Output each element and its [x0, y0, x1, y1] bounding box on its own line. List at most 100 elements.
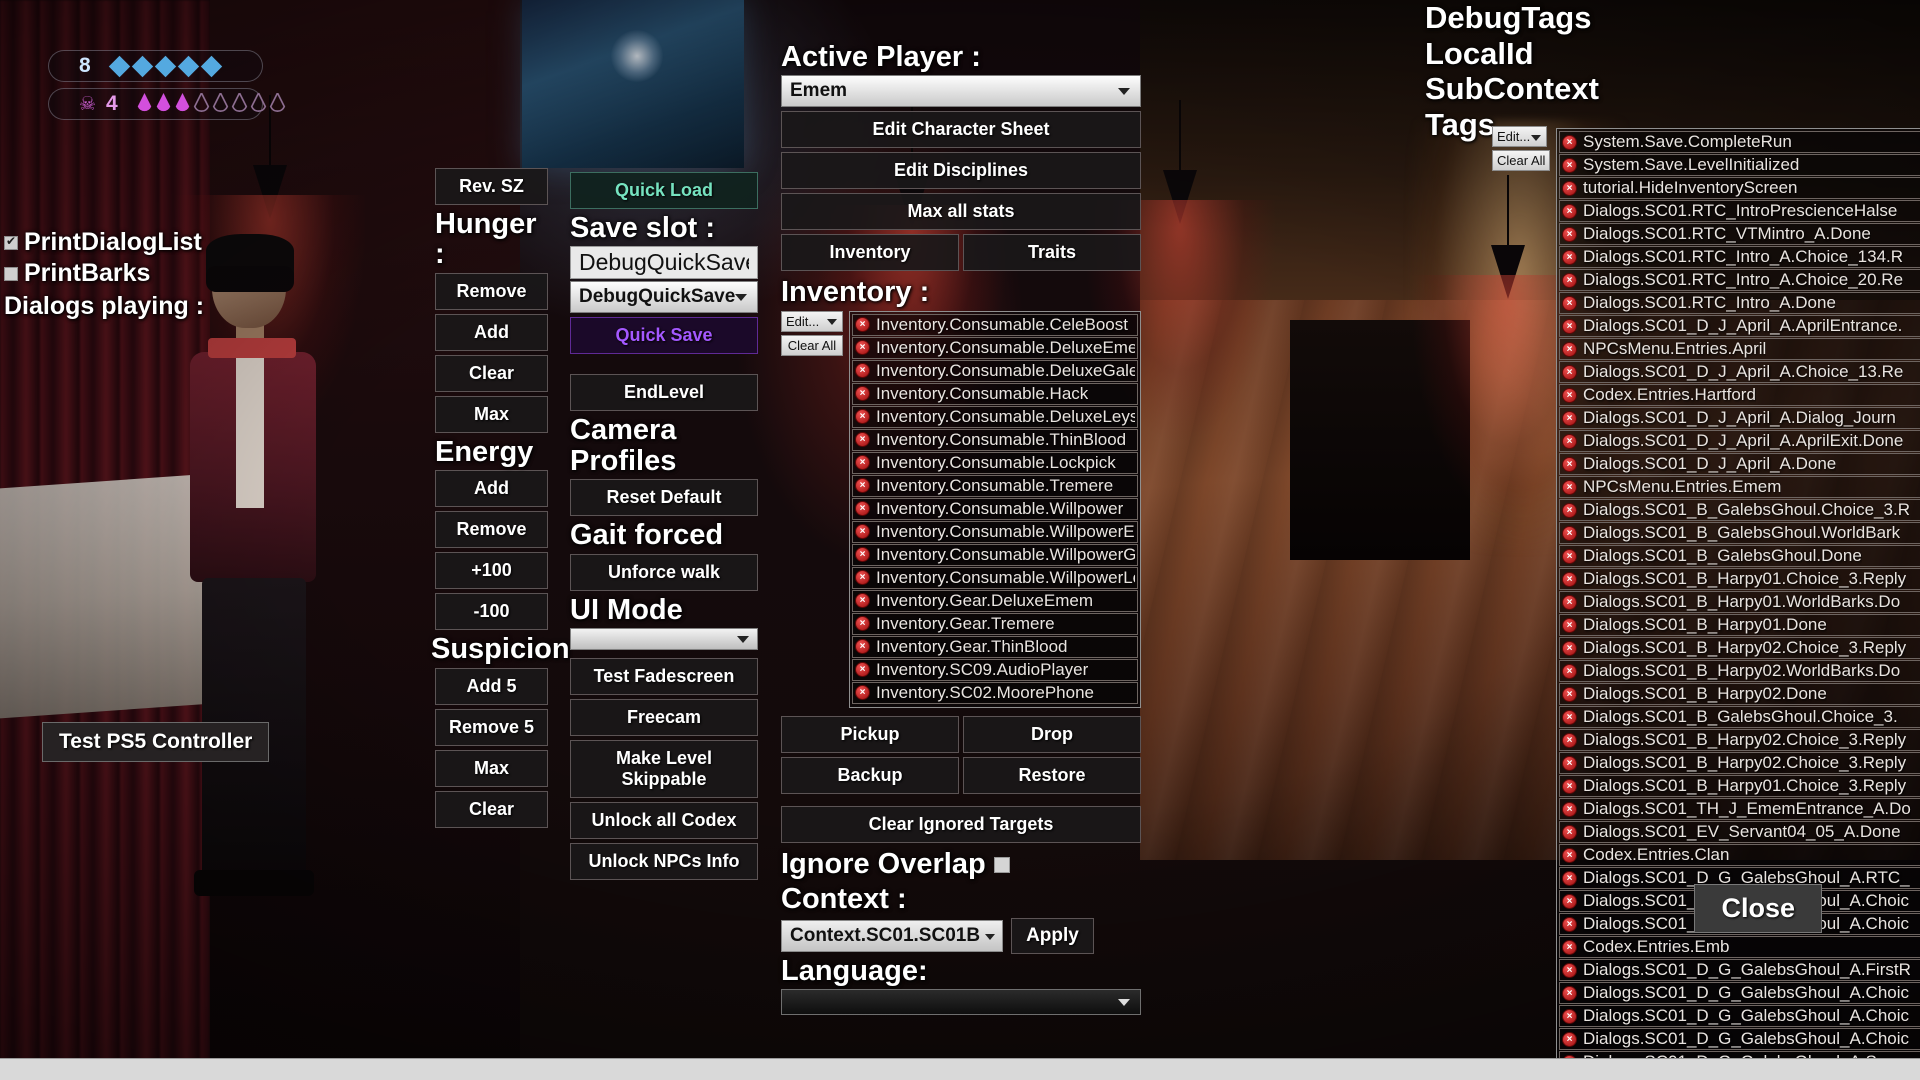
inventory-tag-list[interactable]: × Inventory.Consumable.CeleBoost × Inventor…: [849, 310, 1141, 708]
restore-button[interactable]: Restore: [963, 756, 1141, 794]
remove-tag-icon[interactable]: ×: [1562, 571, 1577, 587]
tag-row[interactable]: × Dialogs.SC01_B_GalebsGhoul.Done: [1559, 545, 1920, 567]
remove-tag-icon[interactable]: ×: [1562, 640, 1577, 656]
hunger-clear-button[interactable]: Clear: [435, 354, 548, 392]
remove-tag-icon[interactable]: ×: [1562, 1031, 1577, 1047]
remove-tag-icon[interactable]: ×: [1562, 318, 1577, 334]
suspicion-remove-5-button[interactable]: Remove 5: [435, 708, 548, 746]
remove-tag-icon[interactable]: ×: [855, 524, 870, 540]
language-dropdown[interactable]: [781, 989, 1141, 1016]
test-fadescreen-button[interactable]: Test Fadescreen: [570, 658, 758, 696]
remove-tag-icon[interactable]: ×: [1562, 387, 1577, 403]
active-player-dropdown[interactable]: Emem: [781, 75, 1141, 108]
tag-row[interactable]: × Inventory.Consumable.Hack: [852, 382, 1138, 405]
hunger-max-button[interactable]: Max: [435, 395, 548, 433]
tag-row[interactable]: × Inventory.Consumable.WillpowerEmem: [852, 520, 1138, 543]
tag-row[interactable]: × Dialogs.SC01_D_G_GalebsGhoul_A.FirstR: [1559, 959, 1920, 981]
tag-row[interactable]: × Dialogs.SC01_B_Harpy01.Done: [1559, 614, 1920, 636]
energy-add-button[interactable]: Add: [435, 470, 548, 508]
remove-tag-icon[interactable]: ×: [1562, 594, 1577, 610]
remove-tag-icon[interactable]: ×: [855, 547, 870, 563]
remove-tag-icon[interactable]: ×: [855, 662, 870, 678]
inventory-edit-dropdown[interactable]: Edit...: [781, 310, 843, 332]
remove-tag-icon[interactable]: ×: [1562, 548, 1577, 564]
rev-sz-button[interactable]: Rev. SZ: [435, 168, 548, 205]
remove-tag-icon[interactable]: ×: [855, 616, 870, 632]
remove-tag-icon[interactable]: ×: [855, 409, 870, 425]
tag-row[interactable]: × Inventory.Consumable.Willpower: [852, 497, 1138, 520]
tag-row[interactable]: × Inventory.Consumable.Tremere: [852, 474, 1138, 497]
tag-row[interactable]: × Dialogs.SC01_B_Harpy02.Done: [1559, 683, 1920, 705]
energy-minus-100-button[interactable]: -100: [435, 593, 548, 631]
remove-tag-icon[interactable]: ×: [1562, 364, 1577, 380]
unlock-all-codex-button[interactable]: Unlock all Codex: [570, 802, 758, 840]
remove-tag-icon[interactable]: ×: [1562, 1008, 1577, 1024]
apply-button[interactable]: Apply: [1011, 917, 1094, 954]
tag-row[interactable]: × Dialogs.SC01.RTC_VTMintro_A.Done: [1559, 223, 1920, 245]
tag-row[interactable]: × Dialogs.SC01.RTC_Intro_A.Done: [1559, 292, 1920, 314]
remove-tag-icon[interactable]: ×: [1562, 732, 1577, 748]
tag-row[interactable]: × Codex.Entries.Hartford: [1559, 384, 1920, 406]
tag-row[interactable]: × Inventory.Consumable.DeluxeLeysha: [852, 405, 1138, 428]
print-barks-checkbox[interactable]: [4, 266, 18, 281]
remove-tag-icon[interactable]: ×: [1562, 479, 1577, 495]
remove-tag-icon[interactable]: ×: [1562, 272, 1577, 288]
tag-row[interactable]: × Dialogs.SC01_B_Harpy01.Choice_3.Reply: [1559, 568, 1920, 590]
tag-row[interactable]: × Inventory.Gear.Tremere: [852, 612, 1138, 635]
suspicion-add-5-button[interactable]: Add 5: [435, 667, 548, 705]
remove-tag-icon[interactable]: ×: [1562, 203, 1577, 219]
context-dropdown[interactable]: Context.SC01.SC01B: [781, 919, 1004, 952]
remove-tag-icon[interactable]: ×: [855, 363, 870, 379]
unforce-walk-button[interactable]: Unforce walk: [570, 553, 758, 591]
remove-tag-icon[interactable]: ×: [1562, 916, 1577, 932]
inventory-button[interactable]: Inventory: [781, 234, 959, 272]
remove-tag-icon[interactable]: ×: [1562, 433, 1577, 449]
tag-row[interactable]: × Inventory.Consumable.WillpowerGaleb: [852, 543, 1138, 566]
max-all-stats-button[interactable]: Max all stats: [781, 193, 1141, 231]
tag-row[interactable]: × NPCsMenu.Entries.Emem: [1559, 476, 1920, 498]
quick-save-button[interactable]: Quick Save: [570, 317, 758, 355]
tag-row[interactable]: × Inventory.Consumable.WillpowerLeysha: [852, 566, 1138, 589]
tag-row[interactable]: × NPCsMenu.Entries.April: [1559, 338, 1920, 360]
remove-tag-icon[interactable]: ×: [855, 478, 870, 494]
tag-row[interactable]: × Dialogs.SC01_B_GalebsGhoul.WorldBark: [1559, 522, 1920, 544]
tag-row[interactable]: × Inventory.Consumable.ThinBlood: [852, 428, 1138, 451]
tag-row[interactable]: × Dialogs.SC01_D_J_April_A.AprilEntrance.: [1559, 315, 1920, 337]
tag-row[interactable]: × Dialogs.SC01_D_G_GalebsGhoul_A.Choic: [1559, 982, 1920, 1004]
tag-row[interactable]: × Inventory.SC02.MoorePhone: [852, 681, 1138, 704]
remove-tag-icon[interactable]: ×: [1562, 525, 1577, 541]
remove-tag-icon[interactable]: ×: [1562, 157, 1577, 173]
save-slot-dropdown[interactable]: DebugQuickSave: [570, 281, 758, 314]
backup-button[interactable]: Backup: [781, 756, 959, 794]
remove-tag-icon[interactable]: ×: [1562, 226, 1577, 242]
remove-tag-icon[interactable]: ×: [855, 593, 870, 609]
remove-tag-icon[interactable]: ×: [855, 340, 870, 356]
suspicion-max-button[interactable]: Max: [435, 749, 548, 787]
tag-row[interactable]: × Inventory.Gear.ThinBlood: [852, 635, 1138, 658]
remove-tag-icon[interactable]: ×: [1562, 755, 1577, 771]
end-level-button[interactable]: EndLevel: [570, 374, 758, 412]
energy-remove-button[interactable]: Remove: [435, 511, 548, 549]
debug-tags-list[interactable]: × System.Save.CompleteRun × System.Save.Lev…: [1556, 128, 1920, 1080]
remove-tag-icon[interactable]: ×: [855, 570, 870, 586]
remove-tag-icon[interactable]: ×: [855, 455, 870, 471]
remove-tag-icon[interactable]: ×: [1562, 824, 1577, 840]
remove-tag-icon[interactable]: ×: [1562, 249, 1577, 265]
remove-tag-icon[interactable]: ×: [855, 639, 870, 655]
tag-row[interactable]: × Inventory.Consumable.DeluxeEmem: [852, 336, 1138, 359]
tag-row[interactable]: × Dialogs.SC01_B_Harpy01.WorldBarks.Do: [1559, 591, 1920, 613]
hunger-add-button[interactable]: Add: [435, 313, 548, 351]
remove-tag-icon[interactable]: ×: [1562, 962, 1577, 978]
test-ps5-controller-button[interactable]: Test PS5 Controller: [42, 722, 270, 762]
remove-tag-icon[interactable]: ×: [855, 685, 870, 701]
pickup-button[interactable]: Pickup: [781, 715, 959, 753]
tag-row[interactable]: × Dialogs.SC01_D_J_April_A.Dialog_Journ: [1559, 407, 1920, 429]
remove-tag-icon[interactable]: ×: [1562, 663, 1577, 679]
remove-tag-icon[interactable]: ×: [855, 386, 870, 402]
tag-row[interactable]: × Dialogs.SC01_D_J_April_A.Choice_13.Re: [1559, 361, 1920, 383]
tag-row[interactable]: × Inventory.SC09.AudioPlayer: [852, 658, 1138, 681]
tag-row[interactable]: × Dialogs.SC01_B_Harpy02.Choice_3.Reply: [1559, 729, 1920, 751]
unlock-npcs-info-button[interactable]: Unlock NPCs Info: [570, 843, 758, 881]
tag-row[interactable]: × Dialogs.SC01_EV_Servant04_05_A.Done: [1559, 821, 1920, 843]
remove-tag-icon[interactable]: ×: [1562, 341, 1577, 357]
